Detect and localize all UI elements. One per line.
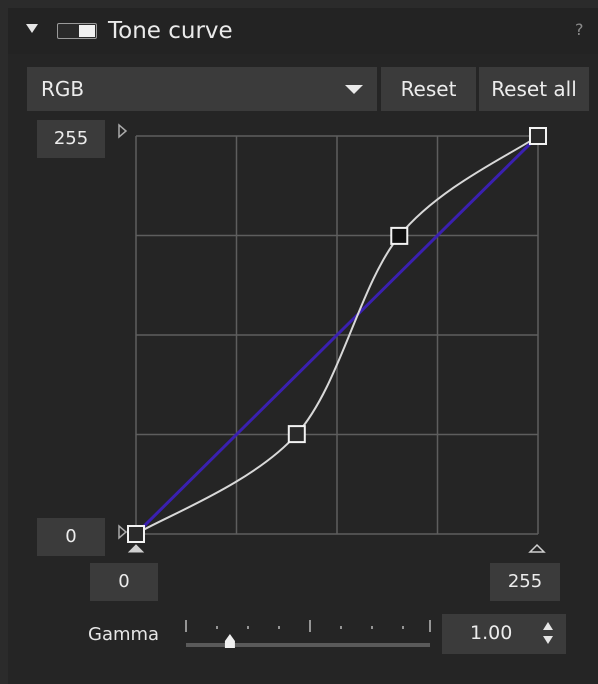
increment-icon[interactable] <box>543 622 553 630</box>
gamma-slider[interactable] <box>180 618 435 654</box>
input-min-marker-icon[interactable] <box>127 544 145 553</box>
decrement-icon[interactable] <box>543 636 553 644</box>
output-min-field[interactable]: 0 <box>37 518 105 556</box>
gamma-value: 1.00 <box>470 622 513 644</box>
input-max-field[interactable]: 255 <box>490 563 560 601</box>
reset-all-button[interactable]: Reset all <box>479 67 589 111</box>
curve-control-point[interactable] <box>390 226 409 245</box>
gamma-value-field[interactable]: 1.00 <box>442 614 566 654</box>
reset-button[interactable]: Reset <box>381 67 476 111</box>
chevron-down-icon <box>345 85 363 94</box>
curve-control-point[interactable] <box>287 425 306 444</box>
channel-select-value: RGB <box>41 77 85 101</box>
panel-title: Tone curve <box>108 18 233 44</box>
help-icon[interactable]: ? <box>575 20 584 39</box>
toggle-switch-icon[interactable] <box>57 23 97 39</box>
input-max-marker-icon[interactable] <box>528 543 546 553</box>
curve-control-point[interactable] <box>127 525 145 543</box>
output-min-marker-icon[interactable] <box>118 524 128 540</box>
toggle-knob <box>79 25 95 37</box>
channel-select[interactable]: RGB <box>27 67 377 111</box>
gamma-slider-handle[interactable] <box>224 634 235 648</box>
input-min-field[interactable]: 0 <box>90 563 158 601</box>
collapse-triangle-icon[interactable] <box>26 24 38 33</box>
output-max-field[interactable]: 255 <box>37 120 105 158</box>
output-max-marker-icon[interactable] <box>118 123 128 139</box>
tone-curve-graph[interactable] <box>118 118 568 558</box>
curve-control-point[interactable] <box>529 127 547 145</box>
gamma-label: Gamma <box>88 624 160 645</box>
